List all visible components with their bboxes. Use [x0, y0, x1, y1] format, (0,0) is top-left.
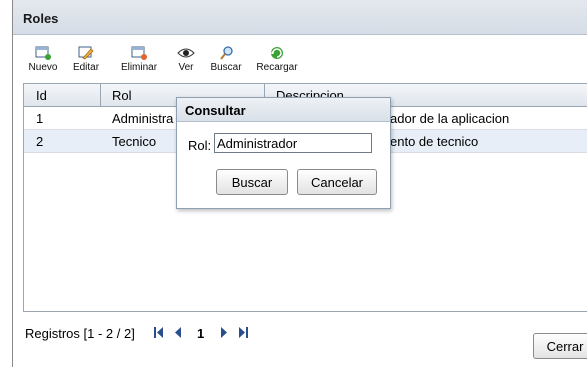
last-page-icon[interactable] — [238, 327, 248, 338]
rol-input[interactable] — [214, 133, 372, 153]
rol-field-label: Rol: — [188, 138, 212, 153]
cell-id: 2 — [36, 134, 44, 149]
magnifier-icon — [220, 46, 233, 60]
nuevo-button[interactable]: Nuevo — [25, 46, 61, 73]
first-page-icon[interactable] — [154, 327, 164, 338]
column-separator — [100, 84, 101, 106]
recargar-label: Recargar — [256, 62, 298, 73]
dialog-title-bar[interactable]: Consultar — [177, 98, 390, 122]
title-bar: Roles — [13, 0, 587, 35]
refresh-icon — [271, 47, 283, 59]
window-title: Roles — [23, 11, 59, 26]
buscar-label: Buscar — [210, 62, 242, 73]
cell-rol: Administra — [112, 111, 174, 126]
cell-rol: Tecnico — [112, 134, 157, 149]
pager-status: Registros [1 - 2 / 2] — [25, 326, 135, 341]
column-header-id[interactable]: Id — [36, 88, 47, 103]
ver-label: Ver — [178, 62, 194, 73]
new-document-icon — [35, 46, 51, 60]
buscar-button[interactable]: Buscar — [207, 46, 245, 73]
next-page-icon[interactable] — [220, 327, 228, 338]
left-border — [0, 0, 13, 367]
cell-descripcion: ador de la aplicacion — [390, 111, 510, 126]
eye-icon — [177, 48, 195, 58]
buscar-dialog-button[interactable]: Buscar — [216, 169, 288, 195]
current-page: 1 — [197, 326, 205, 341]
edit-pencil-icon — [78, 46, 94, 60]
delete-document-icon — [131, 46, 147, 60]
editar-label: Editar — [72, 62, 100, 73]
eliminar-button[interactable]: Eliminar — [114, 46, 164, 73]
eliminar-label: Eliminar — [120, 62, 158, 73]
cerrar-button[interactable]: Cerrar — [533, 333, 587, 359]
cancelar-button[interactable]: Cancelar — [297, 169, 377, 195]
dialog-title: Consultar — [185, 103, 246, 118]
prev-page-icon[interactable] — [174, 327, 182, 338]
cell-descripcion: ento de tecnico — [390, 134, 479, 149]
recargar-button[interactable]: Recargar — [253, 46, 301, 73]
cell-id: 1 — [36, 111, 44, 126]
consultar-dialog: Consultar Rol: Buscar Cancelar — [176, 97, 391, 209]
editar-button[interactable]: Editar — [68, 46, 104, 73]
ver-button[interactable]: Ver — [173, 46, 199, 73]
column-header-rol[interactable]: Rol — [112, 88, 132, 103]
nuevo-label: Nuevo — [28, 62, 58, 73]
dialog-body: Rol: Buscar Cancelar — [177, 122, 390, 208]
